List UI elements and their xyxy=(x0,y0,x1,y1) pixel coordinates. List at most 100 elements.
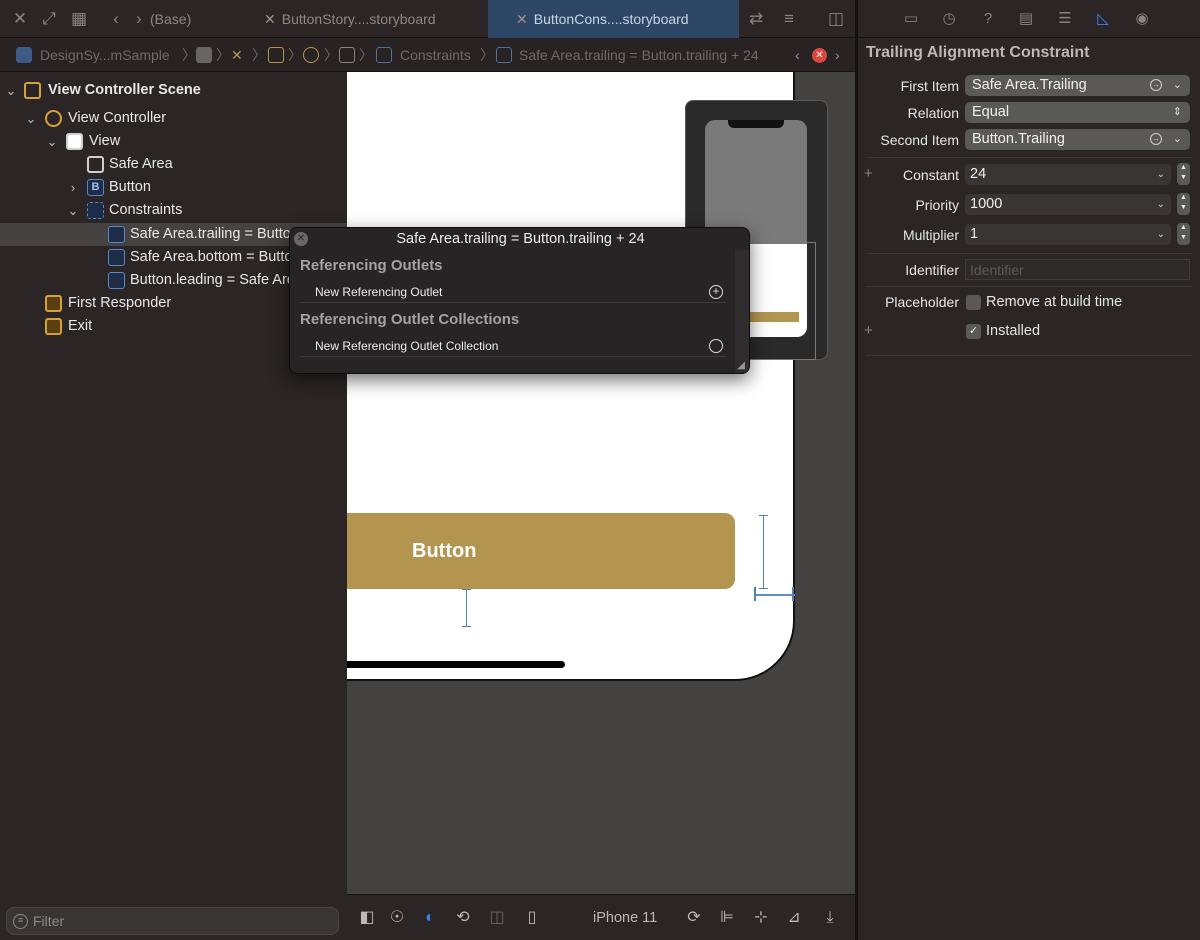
chevron-left-icon[interactable]: ‹ xyxy=(105,8,127,30)
chevron-left-icon[interactable]: ‹ xyxy=(795,38,800,72)
plus-circle-icon[interactable]: + xyxy=(709,285,723,299)
update-frames-icon[interactable]: ⟳ xyxy=(684,908,704,928)
constraint-trailing-cap xyxy=(792,587,794,601)
identity-icon[interactable]: ▤ xyxy=(1016,9,1036,29)
history-icon[interactable]: ◷ xyxy=(939,9,959,29)
lines-icon[interactable]: ≡ xyxy=(778,8,800,30)
storyboard-icon[interactable]: ✕ xyxy=(231,38,243,72)
remove-at-build-checkbox[interactable] xyxy=(966,295,981,310)
constraint-icon xyxy=(108,226,125,243)
swap-icon[interactable]: ⇄ xyxy=(745,8,767,30)
separator xyxy=(866,253,1192,254)
arrow-circle-icon[interactable]: → xyxy=(1150,133,1162,145)
filter-bar: ≡ Filter xyxy=(0,902,347,940)
close-icon[interactable]: ✕ xyxy=(294,232,308,246)
breadcrumb-separator: 〉 xyxy=(359,47,373,63)
add-variation-icon[interactable]: + xyxy=(864,322,873,339)
constraint-selection-line[interactable] xyxy=(763,515,764,589)
appearance-icon[interactable]: ◐ xyxy=(420,908,440,928)
resolve-issues-icon[interactable]: ⊿ xyxy=(784,908,804,928)
chevron-down-icon[interactable]: ⌄ xyxy=(45,130,59,153)
chevron-right-icon[interactable]: › xyxy=(128,8,150,30)
new-referencing-outlet-collection[interactable]: New Referencing Outlet Collection xyxy=(315,339,498,353)
outline-row-button[interactable]: › B Button xyxy=(0,176,347,199)
folder-icon[interactable] xyxy=(196,47,212,63)
constraint-trailing-line[interactable] xyxy=(755,594,795,596)
filter-placeholder: Filter xyxy=(33,913,65,929)
outline-row-view[interactable]: ⌄ View xyxy=(0,130,347,153)
connections-icon[interactable]: ◉ xyxy=(1132,9,1152,29)
tab-base[interactable]: (Base) xyxy=(150,0,238,38)
popover-divider xyxy=(300,302,726,303)
align-icon[interactable]: ⊫ xyxy=(717,908,737,928)
expand-icon[interactable]: ⤢ xyxy=(38,8,60,30)
constant-stepper[interactable]: ▲ ▼ xyxy=(1177,163,1190,185)
minimap-viewport-frame[interactable] xyxy=(743,242,816,360)
arrow-circle-icon[interactable]: → xyxy=(1150,79,1162,91)
constraint-bottom-line[interactable] xyxy=(466,589,467,627)
filter-icon: ≡ xyxy=(13,914,28,929)
add-variation-icon[interactable]: + xyxy=(864,165,873,182)
resize-handle-icon[interactable]: ◢ xyxy=(737,360,745,371)
outline-row-safe-area[interactable]: Safe Area xyxy=(0,153,347,176)
filter-input[interactable]: ≡ Filter xyxy=(6,907,339,935)
priority-stepper[interactable]: ▲ ▼ xyxy=(1177,193,1190,215)
outline-label: Constraints xyxy=(109,202,183,218)
outline-row-constraints[interactable]: ⌄ Constraints xyxy=(0,199,347,222)
add-constraints-icon[interactable]: ⊹ xyxy=(751,908,771,928)
priority-field[interactable]: 1000 ⌄ xyxy=(965,194,1171,215)
breadcrumb-constraint[interactable]: Safe Area.trailing = Button.trailing + 2… xyxy=(519,38,759,72)
file-icon[interactable]: ▭ xyxy=(901,9,921,29)
first-item-value: Safe Area.Trailing xyxy=(972,77,1087,93)
second-item-select[interactable]: Button.Trailing → ⌄ xyxy=(965,129,1190,150)
multiplier-stepper[interactable]: ▲ ▼ xyxy=(1177,223,1190,245)
constant-field[interactable]: 24 ⌄ xyxy=(965,164,1171,185)
help-icon[interactable]: ? xyxy=(978,9,998,29)
embed-icon[interactable]: ⤓ xyxy=(820,908,840,928)
multiplier-field[interactable]: 1 ⌄ xyxy=(965,224,1171,245)
split-view-icon[interactable]: ◫ xyxy=(487,908,507,928)
tab-button-story[interactable]: ✕ ButtonStory....storyboard xyxy=(250,0,486,38)
identifier-label: Identifier xyxy=(905,262,959,278)
chevron-right-icon[interactable]: › xyxy=(835,38,840,72)
breadcrumb-project[interactable]: DesignSy...mSample xyxy=(40,38,170,72)
add-editor-icon[interactable]: ◫ xyxy=(825,8,847,30)
rotate-icon[interactable]: ⟲ xyxy=(453,908,473,928)
chevron-down-icon[interactable]: ⌄ xyxy=(24,107,38,130)
scene-icon[interactable] xyxy=(268,47,284,63)
first-item-select[interactable]: Safe Area.Trailing → ⌄ xyxy=(965,75,1190,96)
storyboard-icon: ✕ xyxy=(516,11,528,27)
relation-select[interactable]: Equal ⇕ xyxy=(965,102,1190,123)
remove-at-build-label: Remove at build time xyxy=(986,294,1123,310)
outline-row-view-controller[interactable]: ⌄ View Controller xyxy=(0,107,347,130)
chevron-down-icon[interactable]: ⌄ xyxy=(66,199,80,222)
storyboard-button[interactable]: Button xyxy=(347,513,735,589)
installed-checkbox[interactable]: ✓ xyxy=(966,324,981,339)
grid-icon[interactable]: ▦ xyxy=(68,8,90,30)
tab-button-cons[interactable]: ✕ ButtonCons....storyboard xyxy=(488,0,739,38)
sidebar-toggle-icon[interactable]: ◧ xyxy=(357,908,377,928)
breadcrumb-constraints[interactable]: Constraints xyxy=(400,38,471,72)
close-icon[interactable]: ✕ xyxy=(9,8,31,30)
view-icon[interactable] xyxy=(339,47,355,63)
device-icon[interactable]: ▯ xyxy=(522,908,542,928)
error-icon[interactable]: ✕ xyxy=(812,48,827,63)
constraint-icon xyxy=(496,47,512,63)
scene-icon xyxy=(24,82,41,99)
identifier-input[interactable]: Identifier xyxy=(965,259,1190,280)
outline-row-scene[interactable]: ⌄ View Controller Scene xyxy=(0,79,347,102)
constraint-icon xyxy=(108,249,125,266)
breadcrumb-separator: 〉 xyxy=(480,47,494,63)
accessibility-icon[interactable]: ☉ xyxy=(387,908,407,928)
constraints-icon[interactable] xyxy=(376,47,392,63)
popover-scrollbar[interactable] xyxy=(735,250,749,373)
circle-icon[interactable] xyxy=(709,339,723,353)
new-referencing-outlet[interactable]: New Referencing Outlet xyxy=(315,285,442,299)
device-label[interactable]: iPhone 11 xyxy=(593,895,657,940)
popover-section-heading: Referencing Outlets xyxy=(300,257,443,274)
view-controller-icon[interactable] xyxy=(303,47,319,63)
chevron-down-icon[interactable]: ⌄ xyxy=(4,79,18,102)
size-icon[interactable]: ◺ xyxy=(1093,9,1113,29)
chevron-right-icon[interactable]: › xyxy=(66,176,80,199)
attributes-icon[interactable]: ☰ xyxy=(1055,9,1075,29)
